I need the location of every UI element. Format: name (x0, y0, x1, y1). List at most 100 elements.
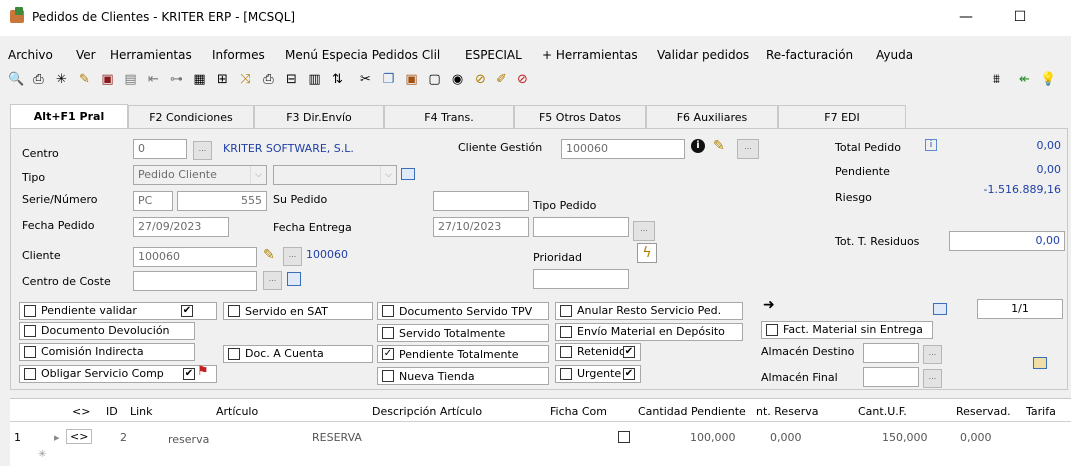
row-reservado[interactable]: 0,000 (960, 431, 992, 444)
bulb-icon[interactable]: 💡 (1040, 71, 1057, 88)
list-icon[interactable] (401, 168, 415, 180)
cliente-edit-icon[interactable]: ✎ (263, 247, 275, 263)
cliente-link[interactable]: 100060 (306, 248, 348, 261)
tab-edi[interactable]: F7 EDI (778, 105, 906, 128)
fact-material-checkbox[interactable] (766, 324, 778, 336)
asterisk-icon[interactable]: ✳ (53, 71, 70, 88)
clip2-icon[interactable]: ✐ (493, 71, 510, 88)
cliente-input[interactable]: 100060 (133, 247, 257, 267)
clip3-icon[interactable]: ⊘ (514, 71, 531, 88)
row-articulo[interactable]: reserva (168, 433, 209, 446)
prioridad-input[interactable] (533, 269, 629, 289)
centro-lookup-button[interactable]: ... (193, 141, 212, 160)
tree-icon[interactable]: ⊶ (168, 71, 185, 88)
doc-icon[interactable]: ▤ (122, 71, 139, 88)
doc-servido-tpv-checkbox[interactable] (382, 305, 394, 317)
clip-icon[interactable]: ⊘ (472, 71, 489, 88)
back-icon[interactable]: ↞ (1016, 71, 1033, 88)
menu-ver[interactable]: Ver (76, 48, 96, 62)
nueva-tienda-checkbox[interactable] (382, 370, 394, 382)
tipo-pedido-input[interactable] (533, 217, 629, 237)
tipo2-select[interactable] (273, 165, 397, 185)
menu-archivo[interactable]: Archivo (8, 48, 53, 62)
tab-dir-envio[interactable]: F3 Dir.Envío (254, 105, 384, 128)
tipo-pedido-lookup-button[interactable]: ... (633, 221, 655, 241)
fecha-pedido-input[interactable]: 27/09/2023 (133, 217, 229, 237)
col-cantidad-pendiente[interactable]: Cantidad Pendiente (638, 405, 746, 418)
arrow-right-icon[interactable]: ➜ (763, 297, 775, 313)
almacen-final-lookup-button[interactable]: ... (923, 369, 942, 388)
cliente-lookup-button[interactable]: ... (283, 247, 302, 266)
tab-otros-datos[interactable]: F5 Otros Datos (514, 105, 646, 128)
almacen-final-input[interactable] (863, 367, 919, 387)
new-doc-icon[interactable]: ▢ (426, 71, 443, 88)
row-pointer-icon[interactable]: ▸ (54, 431, 60, 444)
row-cantidad-pendiente[interactable]: 100,000 (690, 431, 736, 444)
col-tarifa[interactable]: Tarifa (1026, 405, 1056, 418)
centro-coste-input[interactable] (133, 271, 257, 291)
centro-coste-lookup-button[interactable]: ... (263, 271, 282, 290)
tipo2-dropdown-icon[interactable]: ⌵ (380, 166, 396, 184)
urgente-checkbox[interactable] (560, 368, 572, 380)
menu-mas-herramientas[interactable]: + Herramientas (542, 48, 638, 62)
row-reserva[interactable]: 0,000 (770, 431, 802, 444)
row-nav-button[interactable]: <> (66, 429, 93, 444)
row-ficha-checkbox[interactable] (618, 431, 630, 443)
serie-input[interactable]: PC (133, 191, 173, 211)
pendiente-validar-checkbox[interactable] (24, 305, 36, 317)
grid-icon[interactable]: ⊞ (214, 71, 231, 88)
tab-trans[interactable]: F4 Trans. (384, 105, 514, 128)
menu-especia-pedidos[interactable]: Menú Especia Pedidos Clil (285, 48, 440, 62)
su-pedido-input[interactable] (433, 191, 529, 211)
urgente-flag[interactable]: ✔ (623, 368, 635, 380)
tipo-dropdown-icon[interactable]: ⌵ (250, 166, 266, 184)
row-descripcion[interactable]: RESERVA (312, 431, 362, 444)
menu-ayuda[interactable]: Ayuda (876, 48, 913, 62)
preview-icon[interactable]: 🔍 (8, 71, 25, 88)
copy-icon[interactable]: ❐ (380, 71, 397, 88)
stairs-icon[interactable]: ⩩ (988, 71, 1005, 88)
flash-icon[interactable]: ϟ (637, 243, 657, 263)
numero-input[interactable]: 555 (177, 191, 267, 211)
doc-a-cuenta-checkbox[interactable] (228, 348, 240, 360)
cliente-gestion-input[interactable]: 100060 (561, 139, 685, 159)
split-icon[interactable]: ⤨ (237, 71, 254, 88)
col-reservado[interactable]: Reservad. (956, 405, 1011, 418)
servido-totalmente-checkbox[interactable] (382, 327, 394, 339)
col-cant-uf[interactable]: Cant.U.F. (858, 405, 907, 418)
col-articulo[interactable]: Artículo (216, 405, 258, 418)
almacen-destino-input[interactable] (863, 343, 919, 363)
centro-input[interactable]: 0 (133, 139, 187, 159)
table-icon[interactable] (1033, 357, 1047, 369)
col-reserva[interactable]: nt. Reserva (756, 405, 818, 418)
tipo-select[interactable]: Pedido Cliente (133, 165, 267, 185)
edit-pencil-icon[interactable]: ✎ (713, 138, 725, 154)
menu-informes[interactable]: Informes (212, 48, 265, 62)
total-info-icon[interactable]: i (925, 139, 937, 151)
nav-icon[interactable]: ⇤ (145, 71, 162, 88)
col-link[interactable]: Link (130, 405, 153, 418)
sort-icon[interactable]: ⇅ (329, 71, 346, 88)
pendiente-totalmente-checkbox[interactable]: ✓ (382, 348, 394, 360)
menu-validar-pedidos[interactable]: Validar pedidos (657, 48, 749, 62)
menu-refacturacion[interactable]: Re-facturación (766, 48, 853, 62)
pin-icon[interactable]: ⚑ (197, 364, 209, 379)
comision-indirecta-checkbox[interactable] (24, 346, 36, 358)
retenido-checkbox[interactable] (560, 346, 572, 358)
calc-small-icon[interactable] (933, 303, 947, 315)
calc-icon[interactable]: ▥ (306, 71, 323, 88)
maximize-button[interactable]: ☐ (1000, 4, 1040, 30)
documento-devolucion-checkbox[interactable] (24, 325, 36, 337)
anular-resto-checkbox[interactable] (560, 305, 572, 317)
obligar-servicio-flag[interactable]: ✔ (183, 368, 195, 380)
printer-icon[interactable]: ⎙ (260, 71, 277, 88)
retenido-flag[interactable]: ✔ (623, 346, 635, 358)
print-icon[interactable]: ⎙ (30, 71, 47, 88)
minimize-button[interactable]: — (946, 4, 986, 30)
calendar-icon[interactable] (287, 272, 301, 286)
row-cant-uf[interactable]: 150,000 (882, 431, 928, 444)
envio-material-checkbox[interactable] (560, 326, 572, 338)
paste-icon[interactable]: ▣ (403, 71, 420, 88)
new-row-icon[interactable]: ✳ (38, 449, 46, 460)
tab-auxiliares[interactable]: F6 Auxiliares (646, 105, 778, 128)
